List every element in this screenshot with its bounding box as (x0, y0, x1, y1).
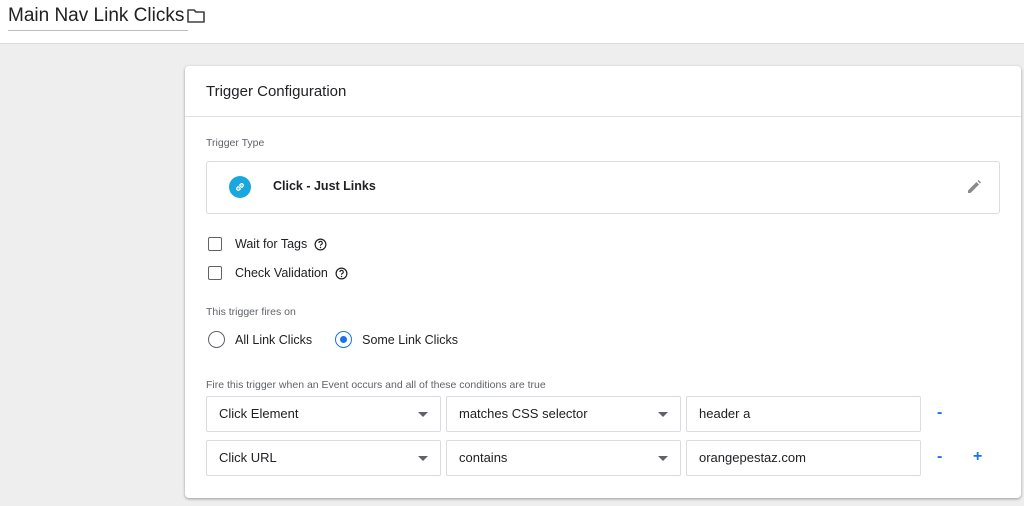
dropdown-arrow-icon (658, 412, 668, 417)
wait-for-tags-label: Wait for Tags (235, 237, 308, 251)
operator-select[interactable]: contains (446, 440, 681, 476)
operator-select-value: contains (459, 450, 508, 465)
check-validation-label: Check Validation (235, 266, 328, 280)
dropdown-arrow-icon (418, 412, 428, 417)
link-icon (229, 176, 251, 198)
operator-select[interactable]: matches CSS selector (446, 396, 681, 432)
pencil-icon[interactable] (965, 178, 983, 196)
check-validation-checkbox[interactable] (208, 266, 222, 280)
folder-icon[interactable] (186, 8, 206, 24)
operator-select-value: matches CSS selector (459, 406, 588, 421)
card-header: Trigger Configuration (185, 66, 1021, 117)
dropdown-arrow-icon (658, 456, 668, 461)
conditions-label: Fire this trigger when an Event occurs a… (206, 379, 546, 391)
top-bar: Main Nav Link Clicks (0, 0, 1024, 44)
fires-on-label: This trigger fires on (206, 306, 296, 318)
add-condition-button[interactable]: + (973, 448, 982, 466)
trigger-name-field[interactable]: Main Nav Link Clicks (8, 4, 189, 31)
trigger-type-name: Click - Just Links (273, 179, 376, 193)
help-icon[interactable] (335, 267, 348, 280)
some-link-clicks-label[interactable]: Some Link Clicks (362, 333, 458, 347)
fires-on-radio-group: All Link Clicks Some Link Clicks (208, 331, 458, 348)
value-input-text: orangepestaz.com (699, 450, 806, 465)
variable-select-value: Click URL (219, 450, 277, 465)
variable-select[interactable]: Click Element (206, 396, 441, 432)
remove-condition-button[interactable]: - (937, 404, 942, 422)
variable-select-value: Click Element (219, 406, 299, 421)
trigger-configuration-card: Trigger Configuration Trigger Type Click… (185, 66, 1021, 498)
remove-condition-button[interactable]: - (937, 448, 942, 466)
value-input-text: header a (699, 406, 751, 421)
help-icon[interactable] (314, 238, 327, 251)
some-link-clicks-radio[interactable] (335, 331, 353, 348)
value-input[interactable]: header a (686, 396, 921, 432)
dropdown-arrow-icon (418, 456, 428, 461)
variable-select[interactable]: Click URL (206, 440, 441, 476)
wait-for-tags-option[interactable]: Wait for Tags (208, 237, 327, 251)
value-input[interactable]: orangepestaz.com (686, 440, 921, 476)
page-title[interactable]: Main Nav Link Clicks (8, 5, 184, 26)
trigger-type-selector[interactable]: Click - Just Links (206, 161, 1000, 214)
wait-for-tags-checkbox[interactable] (208, 237, 222, 251)
trigger-type-label: Trigger Type (206, 137, 265, 149)
all-link-clicks-label[interactable]: All Link Clicks (235, 333, 312, 347)
all-link-clicks-radio[interactable] (208, 331, 225, 348)
check-validation-option[interactable]: Check Validation (208, 266, 348, 280)
card-title: Trigger Configuration (206, 82, 347, 100)
